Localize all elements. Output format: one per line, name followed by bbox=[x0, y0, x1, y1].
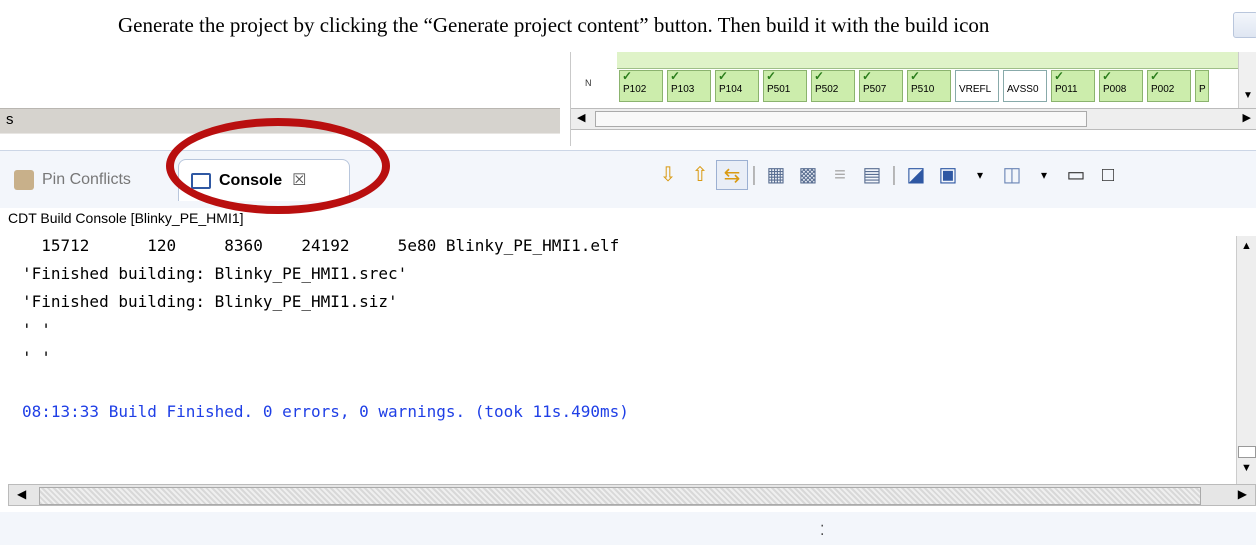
resize-handle-icon[interactable]: ⁚ bbox=[820, 522, 824, 539]
pin-cell[interactable]: ✓ P102 bbox=[619, 69, 663, 102]
pin-cell[interactable]: ✓ P104 bbox=[715, 69, 759, 102]
pin-cell[interactable]: ✓ P103 bbox=[667, 69, 711, 102]
open-console-icon[interactable]: ◫ bbox=[996, 160, 1028, 190]
pin-cell[interactable]: P bbox=[1195, 70, 1209, 102]
scroll-right-arrow-icon[interactable]: ▶ bbox=[1238, 487, 1247, 501]
console-line: 'Finished building: Blinky_PE_HMI1.siz' bbox=[22, 292, 398, 311]
pin-cell[interactable]: ✓ P501 bbox=[763, 69, 807, 102]
pin-grid-top-row bbox=[617, 52, 1249, 69]
pin-console-icon[interactable]: ⇆ bbox=[716, 160, 748, 190]
instruction-line: Generate the project by clicking the “Ge… bbox=[0, 0, 1256, 52]
toolbar-separator: | bbox=[891, 164, 897, 186]
left-panel-tab-bar: s bbox=[0, 108, 560, 134]
new-pin-icon[interactable]: ◪ bbox=[900, 160, 932, 190]
console-icon bbox=[191, 172, 211, 189]
pin-cell[interactable]: ✓ P502 bbox=[811, 69, 855, 102]
pin-cell[interactable]: ✓ P510 bbox=[907, 69, 951, 102]
scroll-down-icon[interactable]: ⇩ bbox=[652, 160, 684, 190]
pin-cell[interactable]: ✓ P507 bbox=[859, 69, 903, 102]
console-output[interactable]: 15712 120 8360 24192 5e80 Blinky_PE_HMI1… bbox=[0, 230, 1256, 512]
pin-cell[interactable]: ✓ P002 bbox=[1147, 69, 1191, 102]
tab-console[interactable]: Console ☒ bbox=[178, 159, 350, 201]
scroll-down-arrow-icon[interactable]: ▼ bbox=[1243, 90, 1253, 101]
console-line: ' ' bbox=[22, 320, 51, 339]
scroll-up-icon[interactable]: ⇧ bbox=[684, 160, 716, 190]
scroll-right-arrow-icon[interactable]: ▶ bbox=[1243, 111, 1251, 124]
maximize-icon[interactable]: □ bbox=[1092, 160, 1124, 190]
scrollbar-thumb[interactable] bbox=[39, 487, 1201, 505]
toolbar-separator: | bbox=[751, 164, 757, 186]
pin-horizontal-scrollbar[interactable]: ◀ ▶ bbox=[571, 108, 1256, 130]
tab-pin-conflicts[interactable]: Pin Conflicts bbox=[14, 159, 131, 201]
console-line: ' ' bbox=[22, 348, 51, 367]
console-title-strip: CDT Build Console [Blinky_PE_HMI1] bbox=[0, 208, 1256, 230]
left-panel: s bbox=[0, 52, 566, 144]
pin-conflicts-icon bbox=[14, 169, 34, 190]
minimize-icon[interactable]: ▭ bbox=[1060, 160, 1092, 190]
pin-vertical-scrollbar[interactable]: ▼ bbox=[1238, 52, 1256, 108]
scroll-left-arrow-icon[interactable]: ◀ bbox=[17, 487, 26, 501]
lock-icon[interactable]: ▩ bbox=[792, 160, 824, 190]
close-icon[interactable]: ☒ bbox=[292, 172, 306, 189]
clear-console-icon[interactable]: ▦ bbox=[760, 160, 792, 190]
left-panel-tab-label: s bbox=[6, 111, 14, 128]
pin-cell[interactable]: AVSS0 bbox=[1003, 70, 1047, 102]
remove-console-icon[interactable]: ▤ bbox=[856, 160, 888, 190]
display-console-icon[interactable]: ▣ bbox=[932, 160, 964, 190]
pin-row-label: N bbox=[585, 78, 592, 88]
console-vertical-scrollbar[interactable]: ▲ ▼ bbox=[1236, 236, 1256, 484]
console-horizontal-scrollbar[interactable]: ◀ ▶ bbox=[8, 484, 1256, 506]
pin-view-panel: N ✓ P102 ✓ P103 ✓ P104 ✓ P501 ✓ P502 ✓ P507 ✓ P… bbox=[570, 52, 1256, 146]
scrollbar-thumb[interactable] bbox=[595, 111, 1087, 127]
scroll-left-arrow-icon[interactable]: ◀ bbox=[577, 111, 585, 124]
pin-cell[interactable]: ✓ P011 bbox=[1051, 69, 1095, 102]
word-wrap-icon[interactable]: ≡ bbox=[824, 160, 856, 190]
chevron-down-icon[interactable]: ▾ bbox=[964, 160, 996, 190]
scrollbar-thumb[interactable] bbox=[1238, 446, 1256, 458]
chevron-down-icon[interactable]: ▾ bbox=[1028, 160, 1060, 190]
instruction-text: Generate the project by clicking the “Ge… bbox=[118, 13, 990, 37]
scroll-up-arrow-icon[interactable]: ▲ bbox=[1241, 240, 1252, 252]
console-toolbar: ⇩ ⇧ ⇆ | ▦ ▩ ≡ ▤ | ◪ ▣ ▾ ◫ ▾ ▭ □ bbox=[652, 160, 1124, 190]
tab-label: Pin Conflicts bbox=[42, 171, 131, 188]
console-line: 15712 120 8360 24192 5e80 Blinky_PE_HMI1… bbox=[22, 236, 620, 255]
pin-row: ✓ P102 ✓ P103 ✓ P104 ✓ P501 ✓ P502 ✓ P507 ✓ P51… bbox=[619, 69, 1213, 104]
console-title: CDT Build Console [Blinky_PE_HMI1] bbox=[8, 210, 244, 226]
build-finished-line: 08:13:33 Build Finished. 0 errors, 0 war… bbox=[22, 402, 629, 421]
console-line: 'Finished building: Blinky_PE_HMI1.srec' bbox=[22, 264, 408, 283]
scroll-down-arrow-icon[interactable]: ▼ bbox=[1241, 462, 1252, 474]
status-bar: ⁚ bbox=[0, 512, 1256, 545]
tab-label: Console bbox=[219, 172, 283, 189]
build-icon bbox=[1233, 12, 1256, 38]
pin-cell[interactable]: ✓ P008 bbox=[1099, 69, 1143, 102]
pin-cell[interactable]: VREFL bbox=[955, 70, 999, 102]
